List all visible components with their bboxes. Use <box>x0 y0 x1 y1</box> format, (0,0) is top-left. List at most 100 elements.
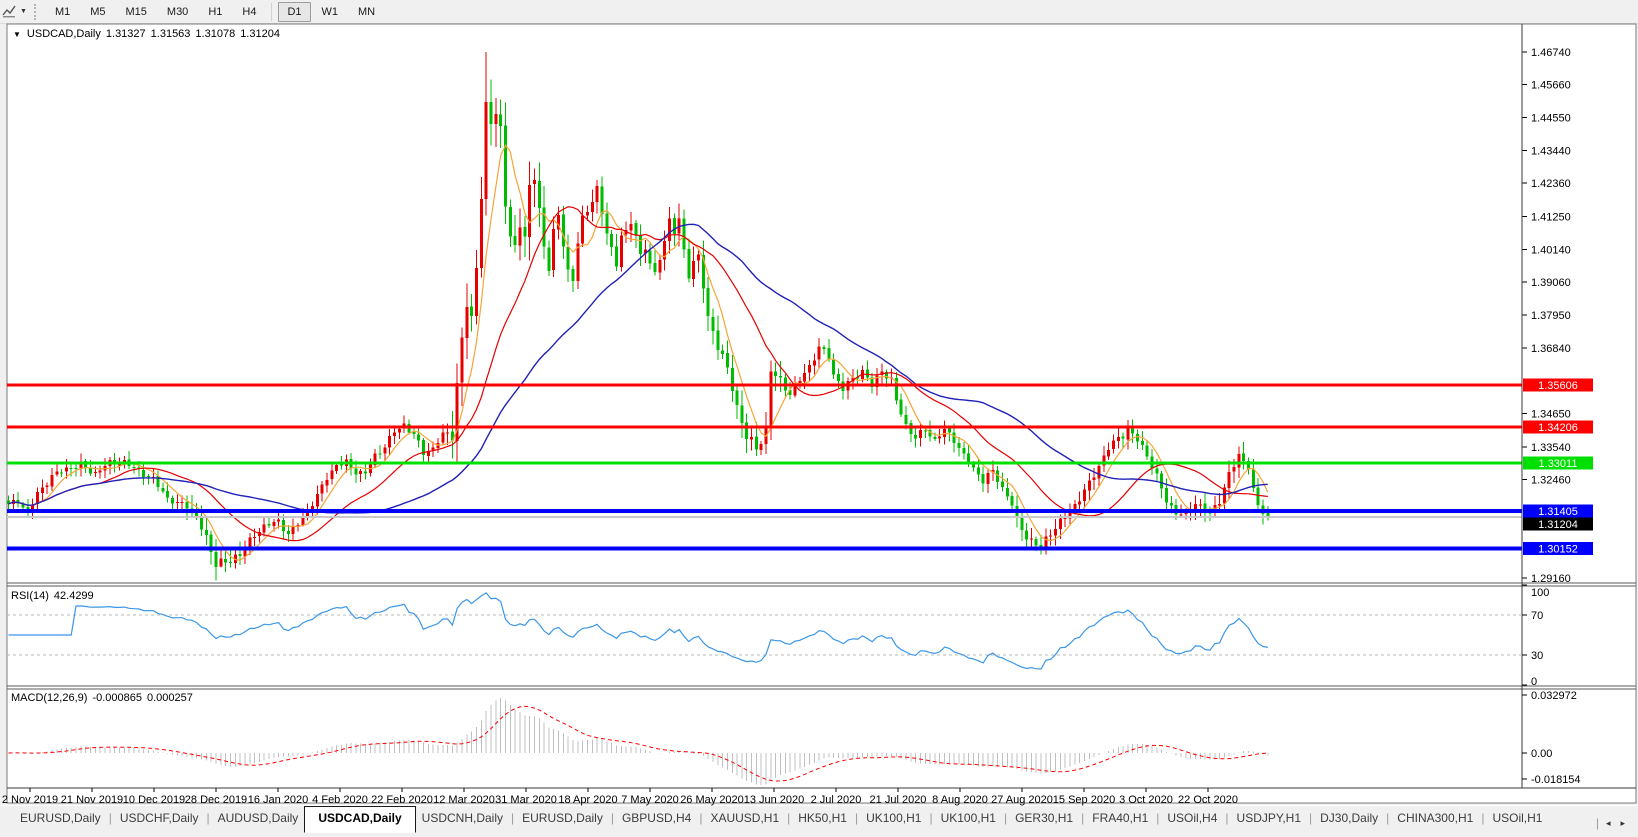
tab-scrollers: | ◂ ▸ <box>1592 806 1638 835</box>
svg-text:18 Apr 2020: 18 Apr 2020 <box>558 794 617 806</box>
svg-text:100: 100 <box>1531 587 1549 599</box>
svg-text:1.44550: 1.44550 <box>1531 113 1571 125</box>
tab-separator: | <box>1309 811 1313 825</box>
svg-text:1.39060: 1.39060 <box>1531 277 1571 289</box>
svg-text:27 Aug 2020: 27 Aug 2020 <box>991 794 1053 806</box>
tab-usoil-h4[interactable]: USOil,H4 <box>1161 806 1223 831</box>
tab-audusd-daily[interactable]: AUDUSD,Daily <box>212 806 305 831</box>
symbol-tab-bar: EURUSD,Daily | USDCHF,Daily | AUDUSD,Daily US… <box>0 805 1638 837</box>
chart-symbol-label: USDCAD,Daily <box>26 28 101 40</box>
svg-text:1.36840: 1.36840 <box>1531 343 1571 355</box>
svg-text:10 Dec 2019: 10 Dec 2019 <box>123 794 185 806</box>
tab-separator: | <box>854 811 859 825</box>
svg-text:2 Nov 2019: 2 Nov 2019 <box>2 794 58 806</box>
tab-eurusd-daily[interactable]: EURUSD,Daily <box>516 806 609 831</box>
tab-separator: | <box>206 811 210 825</box>
ohlc-open: 1.31327 <box>105 28 146 40</box>
tab-dj30-daily[interactable]: DJ30,Daily <box>1314 806 1384 831</box>
tab-separator: | <box>1386 811 1390 825</box>
svg-text:8 Aug 2020: 8 Aug 2020 <box>932 794 988 806</box>
tab-separator: | <box>610 811 614 825</box>
macd-signal-value: 0.000257 <box>146 692 193 704</box>
symbol-tabs: EURUSD,Daily | USDCHF,Daily | AUDUSD,Daily US… <box>0 806 1592 833</box>
svg-text:1.41250: 1.41250 <box>1531 211 1571 223</box>
collapse-chart-icon[interactable]: ▼ <box>13 30 21 39</box>
svg-text:1.42360: 1.42360 <box>1531 178 1571 190</box>
svg-text:1.32460: 1.32460 <box>1531 474 1571 486</box>
tab-china300-h1[interactable]: CHINA300,H1 <box>1391 806 1479 831</box>
ohlc-low: 1.31078 <box>195 28 236 40</box>
tab-usdjpy-h1[interactable]: USDJPY,H1 <box>1231 806 1307 831</box>
svg-text:3 Oct 2020: 3 Oct 2020 <box>1119 794 1173 806</box>
svg-text:1.37950: 1.37950 <box>1531 310 1571 322</box>
ohlc-high: 1.31563 <box>150 28 191 40</box>
tab-ger30-h1[interactable]: GER30,H1 <box>1009 806 1079 831</box>
svg-text:12 Mar 2020: 12 Mar 2020 <box>433 794 495 806</box>
ohlc-close: 1.31204 <box>240 28 280 40</box>
tab-uk100-h1[interactable]: UK100,H1 <box>935 806 1002 831</box>
svg-text:1.34206: 1.34206 <box>1538 422 1578 434</box>
svg-text:1.33011: 1.33011 <box>1539 458 1578 470</box>
macd-label: MACD(12,26,9) <box>11 692 88 704</box>
svg-text:1.45660: 1.45660 <box>1531 79 1571 91</box>
rsi-label: RSI(14) <box>11 590 49 602</box>
tab-separator: | <box>1081 811 1085 825</box>
svg-text:0.00: 0.00 <box>1531 748 1552 760</box>
svg-text:31 Mar 2020: 31 Mar 2020 <box>495 794 557 806</box>
tab-usdcad-daily[interactable]: USDCAD,Daily <box>304 806 416 833</box>
tab-usoil-h1[interactable]: USOil,H1 <box>1486 806 1548 831</box>
tab-eurusd-daily[interactable]: EURUSD,Daily <box>14 806 107 831</box>
svg-text:1.35606: 1.35606 <box>1538 380 1578 392</box>
tab-separator: | <box>699 811 703 825</box>
svg-text:-0.018154: -0.018154 <box>1531 774 1581 786</box>
rsi-value: 42.4299 <box>53 590 94 602</box>
tab-scroll-left[interactable]: ◂ <box>1601 818 1616 829</box>
svg-text:1.31405: 1.31405 <box>1538 506 1578 518</box>
tab-fra40-h1[interactable]: FRA40,H1 <box>1086 806 1154 831</box>
svg-text:1.43440: 1.43440 <box>1531 146 1571 158</box>
tab-usdcnh-daily[interactable]: USDCNH,Daily <box>416 806 509 831</box>
svg-text:2 Jul 2020: 2 Jul 2020 <box>811 794 862 806</box>
svg-text:13 Jun 2020: 13 Jun 2020 <box>744 794 805 806</box>
tab-separator: | <box>787 811 791 825</box>
chart-legend: ▼ USDCAD,Daily 1.31327 1.31563 1.31078 1.3120… <box>13 28 280 40</box>
svg-text:21 Nov 2019: 21 Nov 2019 <box>61 794 123 806</box>
svg-text:1.30152: 1.30152 <box>1538 543 1578 555</box>
tab-separator: | <box>929 811 933 825</box>
tab-separator: | <box>1225 811 1229 825</box>
svg-text:0.032972: 0.032972 <box>1531 690 1577 702</box>
svg-text:22 Feb 2020: 22 Feb 2020 <box>371 794 433 806</box>
svg-text:1.31204: 1.31204 <box>1538 519 1578 531</box>
svg-text:7 May 2020: 7 May 2020 <box>621 794 678 806</box>
tab-uk100-h1[interactable]: UK100,H1 <box>860 806 927 831</box>
svg-text:0: 0 <box>1531 676 1537 688</box>
svg-text:15 Sep 2020: 15 Sep 2020 <box>1053 794 1115 806</box>
tab-xauusd-h1[interactable]: XAUUSD,H1 <box>704 806 785 831</box>
tab-separator: | <box>1595 816 1599 830</box>
macd-main-value: -0.000865 <box>92 692 142 704</box>
rsi-legend: RSI(14) 42.4299 <box>11 590 94 602</box>
tab-separator: | <box>108 811 112 825</box>
svg-text:16 Jan 2020: 16 Jan 2020 <box>248 794 309 806</box>
svg-text:1.40140: 1.40140 <box>1531 245 1571 257</box>
tab-separator: | <box>1481 811 1485 825</box>
svg-text:26 May 2020: 26 May 2020 <box>680 794 744 806</box>
svg-text:28 Dec 2019: 28 Dec 2019 <box>185 794 247 806</box>
macd-legend: MACD(12,26,9) -0.000865 0.000257 <box>11 692 193 704</box>
svg-text:1.33540: 1.33540 <box>1531 442 1571 454</box>
tab-gbpusd-h4[interactable]: GBPUSD,H4 <box>616 806 697 831</box>
tab-separator: | <box>1156 811 1160 825</box>
tab-scroll-right[interactable]: ▸ <box>1615 818 1630 829</box>
svg-text:4 Feb 2020: 4 Feb 2020 <box>312 794 368 806</box>
tab-hk50-h1[interactable]: HK50,H1 <box>792 806 853 831</box>
svg-text:22 Oct 2020: 22 Oct 2020 <box>1178 794 1238 806</box>
svg-text:70: 70 <box>1531 610 1543 622</box>
tab-usdchf-daily[interactable]: USDCHF,Daily <box>114 806 205 831</box>
svg-text:1.46740: 1.46740 <box>1531 47 1571 59</box>
svg-text:30: 30 <box>1531 650 1543 662</box>
svg-text:21 Jul 2020: 21 Jul 2020 <box>870 794 927 806</box>
chart-canvas[interactable]: 1.35606 1.34206 1.33011 1.31405 1.30152 1.312… <box>0 0 1638 806</box>
tab-separator: | <box>1003 811 1008 825</box>
svg-text:1.34650: 1.34650 <box>1531 409 1571 421</box>
tab-separator: | <box>511 811 515 825</box>
